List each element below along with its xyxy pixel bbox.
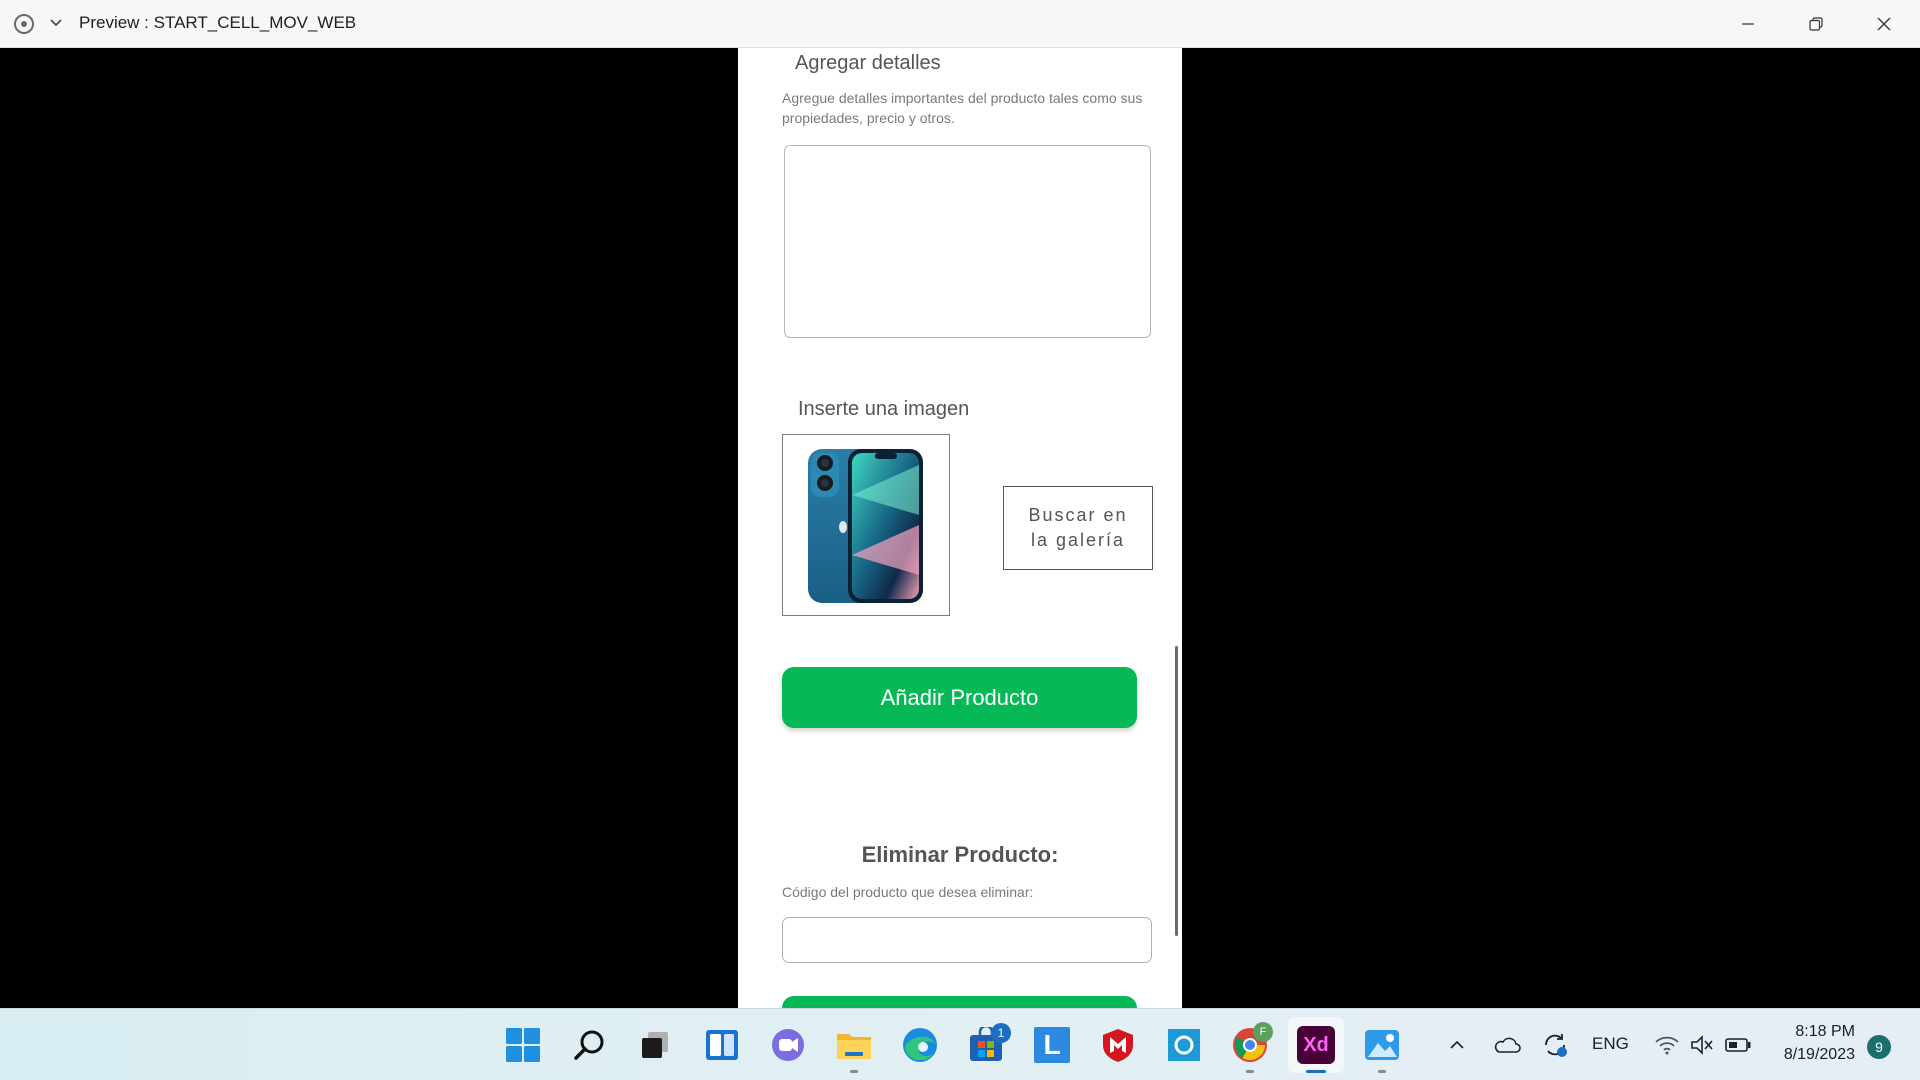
notification-badge[interactable]: 9 — [1867, 1035, 1891, 1059]
l-app-label: L — [1034, 1027, 1070, 1063]
restore-icon — [1809, 17, 1823, 31]
mobile-screen: Agregar detalles Agregue detalles import… — [738, 48, 1182, 1008]
close-icon — [1877, 17, 1891, 31]
search-icon[interactable] — [568, 1023, 612, 1067]
edge-icon[interactable] — [898, 1023, 942, 1067]
phone-product-image — [808, 449, 923, 603]
minimize-icon — [1742, 23, 1754, 25]
details-textarea[interactable] — [784, 145, 1151, 338]
add-product-button[interactable]: Añadir Producto — [782, 667, 1137, 728]
l-app-icon[interactable]: L — [1030, 1023, 1074, 1067]
xd-active-indicator — [1306, 1070, 1326, 1073]
chrome-profile-badge: F — [1253, 1022, 1273, 1042]
mcafee-icon[interactable] — [1096, 1023, 1140, 1067]
file-explorer-icon[interactable] — [832, 1023, 876, 1067]
cortana-icon[interactable] — [1162, 1023, 1206, 1067]
window-title: Preview : START_CELL_MOV_WEB — [79, 13, 357, 32]
details-title: Agregar detalles — [795, 52, 941, 74]
minimize-button[interactable] — [1714, 0, 1782, 48]
record-icon[interactable] — [14, 14, 34, 34]
photos-icon[interactable] — [1360, 1023, 1404, 1067]
widgets-icon[interactable] — [700, 1023, 744, 1067]
scrollbar-thumb[interactable] — [1175, 646, 1178, 936]
chevron-up-icon[interactable] — [1435, 1023, 1479, 1067]
clock-time[interactable]: 8:18 PM — [1777, 1023, 1855, 1041]
chrome-running-indicator — [1246, 1070, 1254, 1073]
product-image-box[interactable] — [782, 434, 950, 616]
windows-start-icon[interactable] — [501, 1023, 545, 1067]
teams-chat-icon[interactable] — [766, 1023, 810, 1067]
restore-button[interactable] — [1782, 0, 1850, 48]
file-explorer-running-indicator — [850, 1070, 858, 1073]
xd-label: Xd — [1297, 1026, 1335, 1064]
clock-date[interactable]: 8/19/2023 — [1772, 1046, 1855, 1064]
adobe-xd-icon[interactable]: Xd — [1294, 1023, 1338, 1067]
preview-area: Agregar detalles Agregue detalles import… — [0, 48, 1920, 1008]
photos-running-indicator — [1378, 1070, 1386, 1073]
sync-icon[interactable] — [1533, 1023, 1577, 1067]
delete-code-label: Código del producto que desea eliminar: — [782, 884, 1034, 900]
close-button[interactable] — [1850, 0, 1918, 48]
delete-code-input[interactable] — [782, 917, 1152, 963]
language-indicator[interactable]: ENG — [1592, 1034, 1629, 1054]
search-gallery-button[interactable]: Buscar en la galería — [1003, 486, 1153, 570]
window-titlebar: Preview : START_CELL_MOV_WEB — [0, 0, 1920, 48]
image-title: Inserte una imagen — [798, 398, 970, 420]
battery-icon[interactable] — [1716, 1023, 1760, 1067]
delete-product-button[interactable] — [782, 996, 1137, 1008]
task-view-icon[interactable] — [633, 1023, 677, 1067]
chevron-down-icon[interactable] — [48, 14, 64, 30]
taskbar: 1 L F Xd ENG 8:18 PM 8/19/2023 9 — [0, 1008, 1920, 1080]
store-badge: 1 — [991, 1023, 1011, 1043]
delete-product-title: Eliminar Producto: — [861, 842, 1059, 867]
details-description: Agregue detalles importantes del product… — [782, 90, 1143, 126]
onedrive-icon[interactable] — [1485, 1023, 1529, 1067]
